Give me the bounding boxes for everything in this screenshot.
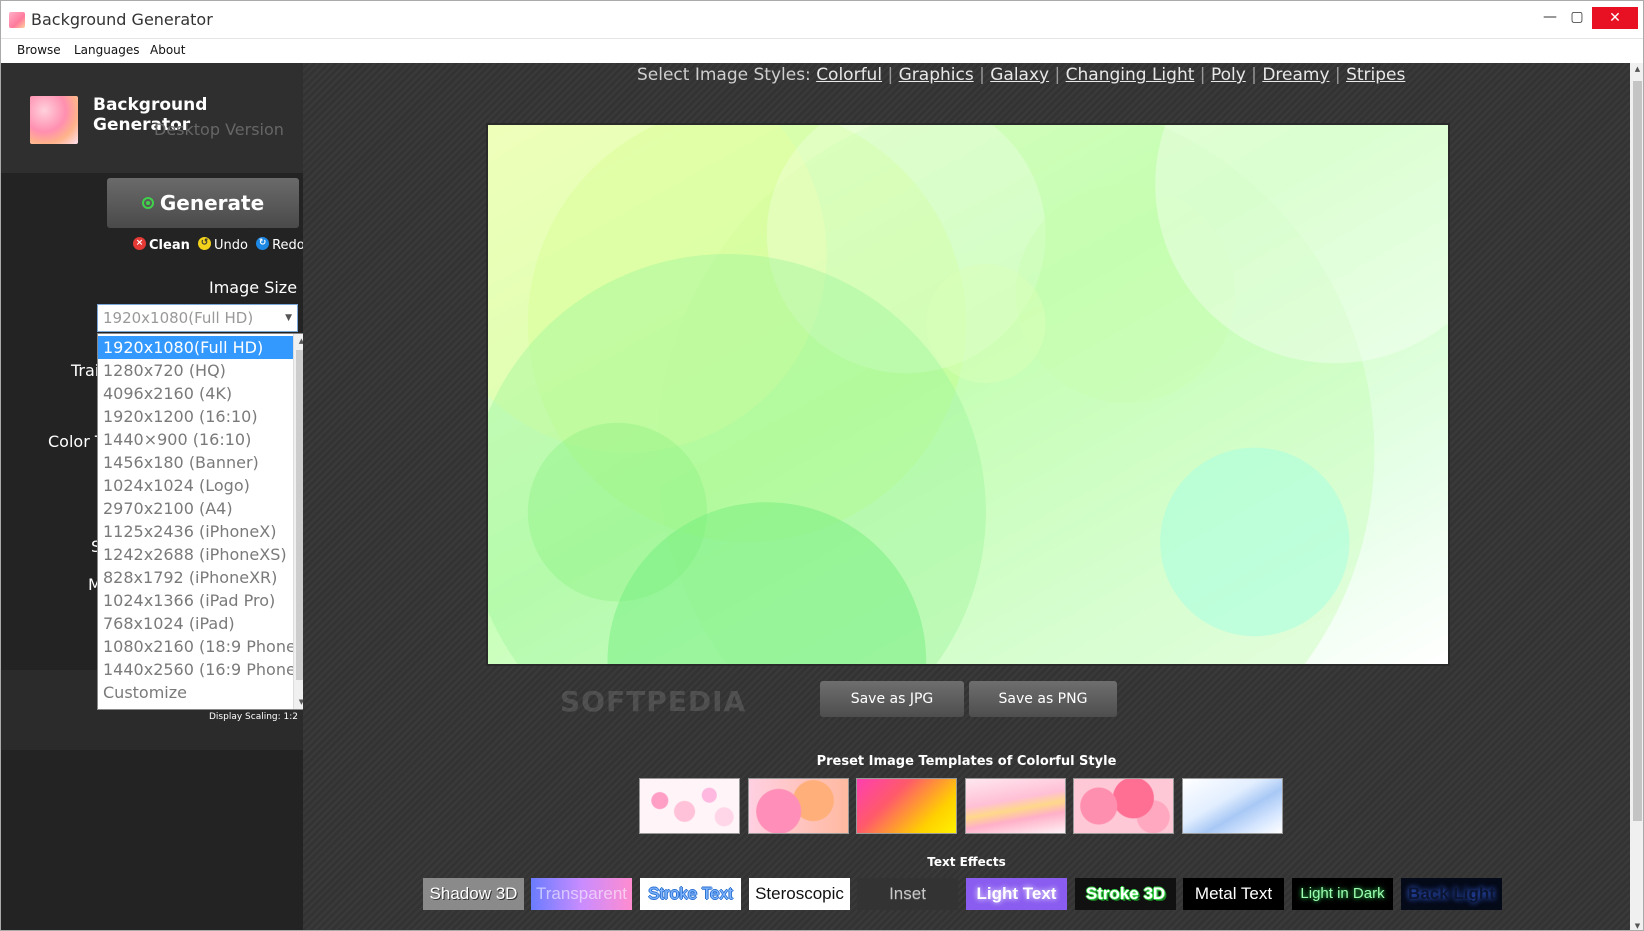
- image-size-label: Image Size: [209, 278, 298, 297]
- redo-label: Redo: [272, 238, 305, 253]
- size-option[interactable]: 1024x1366 (iPad Pro): [98, 589, 293, 612]
- preset-thumbnail[interactable]: [748, 778, 849, 834]
- preset-thumbnail[interactable]: [1182, 778, 1283, 834]
- main-scroll-thumb[interactable]: [1633, 81, 1642, 821]
- preset-thumbnail[interactable]: [965, 778, 1066, 834]
- preview-image: [486, 123, 1450, 666]
- effects-title: Text Effects: [927, 855, 1006, 869]
- undo-button[interactable]: ↺ Undo: [197, 237, 248, 253]
- size-option[interactable]: 1440×900 (16:10): [98, 428, 293, 451]
- generate-icon: [141, 196, 154, 209]
- effect-shadow-3d[interactable]: Shadow 3D: [423, 878, 524, 910]
- save-png-button[interactable]: Save as PNG: [969, 681, 1117, 717]
- redo-button[interactable]: ↻ Redo: [256, 237, 305, 253]
- save-jpg-button[interactable]: Save as JPG: [820, 681, 964, 717]
- styles-prefix: Select Image Styles:: [637, 65, 811, 85]
- style-link-graphics[interactable]: Graphics: [899, 65, 974, 85]
- app-icon: [9, 12, 25, 28]
- style-link-changing-light[interactable]: Changing Light: [1066, 65, 1195, 85]
- chevron-down-icon: ▼: [285, 313, 292, 323]
- window-title: Background Generator: [31, 10, 213, 29]
- size-option[interactable]: 4096x2160 (4K): [98, 382, 293, 405]
- main-scrollbar[interactable]: ▲ ▼: [1630, 63, 1643, 930]
- size-option[interactable]: 768x1024 (iPad): [98, 612, 293, 635]
- size-option[interactable]: 1456x180 (Banner): [98, 451, 293, 474]
- watermark: SOFTPEDIA: [560, 685, 747, 718]
- clean-icon: ×: [133, 237, 146, 250]
- separator: |: [882, 65, 899, 85]
- history-actions: × Clean ↺ Undo ↻ Redo: [133, 237, 309, 253]
- style-link-galaxy[interactable]: Galaxy: [990, 65, 1049, 85]
- size-option[interactable]: 1920x1200 (16:10): [98, 405, 293, 428]
- preset-thumbnail[interactable]: [1073, 778, 1174, 834]
- menu-bar: Browse Languages About: [1, 39, 1643, 63]
- style-link-poly[interactable]: Poly: [1211, 65, 1246, 85]
- separator: |: [973, 65, 991, 85]
- effect-stroke-3d[interactable]: Stroke 3D: [1075, 878, 1176, 910]
- size-option[interactable]: 1080x2160 (18:9 Phone): [98, 635, 302, 658]
- image-size-dropdown: 1920x1080(Full HD) 1280x720 (HQ) 4096x21…: [97, 333, 309, 710]
- undo-label: Undo: [213, 238, 248, 253]
- size-option[interactable]: 1920x1080(Full HD): [98, 336, 293, 359]
- scroll-up-icon[interactable]: ▲: [1630, 65, 1643, 73]
- menu-languages[interactable]: Languages: [74, 43, 139, 57]
- brand-subtitle: Desktop Version: [154, 120, 284, 139]
- effect-metal-text[interactable]: Metal Text: [1183, 878, 1284, 910]
- app-window: Background Generator — ▢ ✕ Browse Langua…: [0, 0, 1644, 931]
- menu-browse[interactable]: Browse: [17, 43, 61, 57]
- separator: |: [1049, 65, 1066, 85]
- size-option[interactable]: 1440x2560 (16:9 Phone): [98, 658, 302, 681]
- style-link-dreamy[interactable]: Dreamy: [1262, 65, 1329, 85]
- close-button[interactable]: ✕: [1592, 7, 1638, 29]
- preset-title: Preset Image Templates of Colorful Style: [816, 754, 1117, 769]
- sidebar: Background Generator Desktop Version Gen…: [1, 63, 309, 930]
- generate-button[interactable]: Generate: [107, 178, 299, 228]
- menu-about[interactable]: About: [150, 43, 185, 57]
- separator: |: [1245, 65, 1263, 85]
- clean-button[interactable]: × Clean: [133, 237, 190, 253]
- generated-background: [488, 125, 1448, 664]
- transparency-label: Trai: [71, 361, 100, 380]
- brand-panel: Background Generator Desktop Version: [1, 63, 303, 173]
- image-size-value: 1920x1080(Full HD): [103, 309, 254, 327]
- size-option[interactable]: 1242x2688 (iPhoneXS): [98, 543, 293, 566]
- preset-thumbnail[interactable]: [856, 778, 957, 834]
- preset-thumbnail[interactable]: [639, 778, 740, 834]
- style-link-colorful[interactable]: Colorful: [816, 65, 882, 85]
- size-option[interactable]: Customize: [98, 681, 293, 704]
- redo-icon: ↻: [256, 237, 270, 250]
- effect-back-light[interactable]: Back Light: [1401, 878, 1502, 910]
- scroll-down-icon[interactable]: ▼: [1630, 922, 1643, 930]
- style-selector: Select Image Styles: Colorful | Graphics…: [637, 65, 1405, 85]
- image-size-select[interactable]: 1920x1080(Full HD) ▼: [97, 304, 298, 332]
- generate-label: Generate: [159, 191, 265, 215]
- clean-label: Clean: [149, 238, 190, 253]
- effect-inset[interactable]: Inset: [857, 878, 958, 910]
- display-scaling-text: Display Scaling: 1:2: [209, 712, 299, 722]
- size-option[interactable]: 1024x1024 (Logo): [98, 474, 293, 497]
- app-logo: [30, 96, 78, 144]
- size-option[interactable]: 1125x2436 (iPhoneX): [98, 520, 293, 543]
- effect-stroke-text[interactable]: Stroke Text: [640, 878, 741, 910]
- effect-light-in-dark[interactable]: Light in Dark: [1292, 878, 1393, 910]
- title-bar: Background Generator — ▢ ✕: [1, 1, 1643, 39]
- main-panel: Select Image Styles: Colorful | Graphics…: [303, 63, 1630, 930]
- undo-icon: ↺: [197, 237, 211, 250]
- size-option[interactable]: 2970x2100 (A4): [98, 497, 293, 520]
- size-option[interactable]: 1280x720 (HQ): [98, 359, 293, 382]
- style-link-stripes[interactable]: Stripes: [1346, 65, 1405, 85]
- effect-light-text[interactable]: Light Text: [966, 878, 1067, 910]
- size-option[interactable]: 828x1792 (iPhoneXR): [98, 566, 293, 589]
- separator: |: [1194, 65, 1211, 85]
- effect-transparent[interactable]: Transparent: [531, 878, 632, 910]
- separator: |: [1329, 65, 1347, 85]
- effect-steroscopic[interactable]: Steroscopic: [749, 878, 850, 910]
